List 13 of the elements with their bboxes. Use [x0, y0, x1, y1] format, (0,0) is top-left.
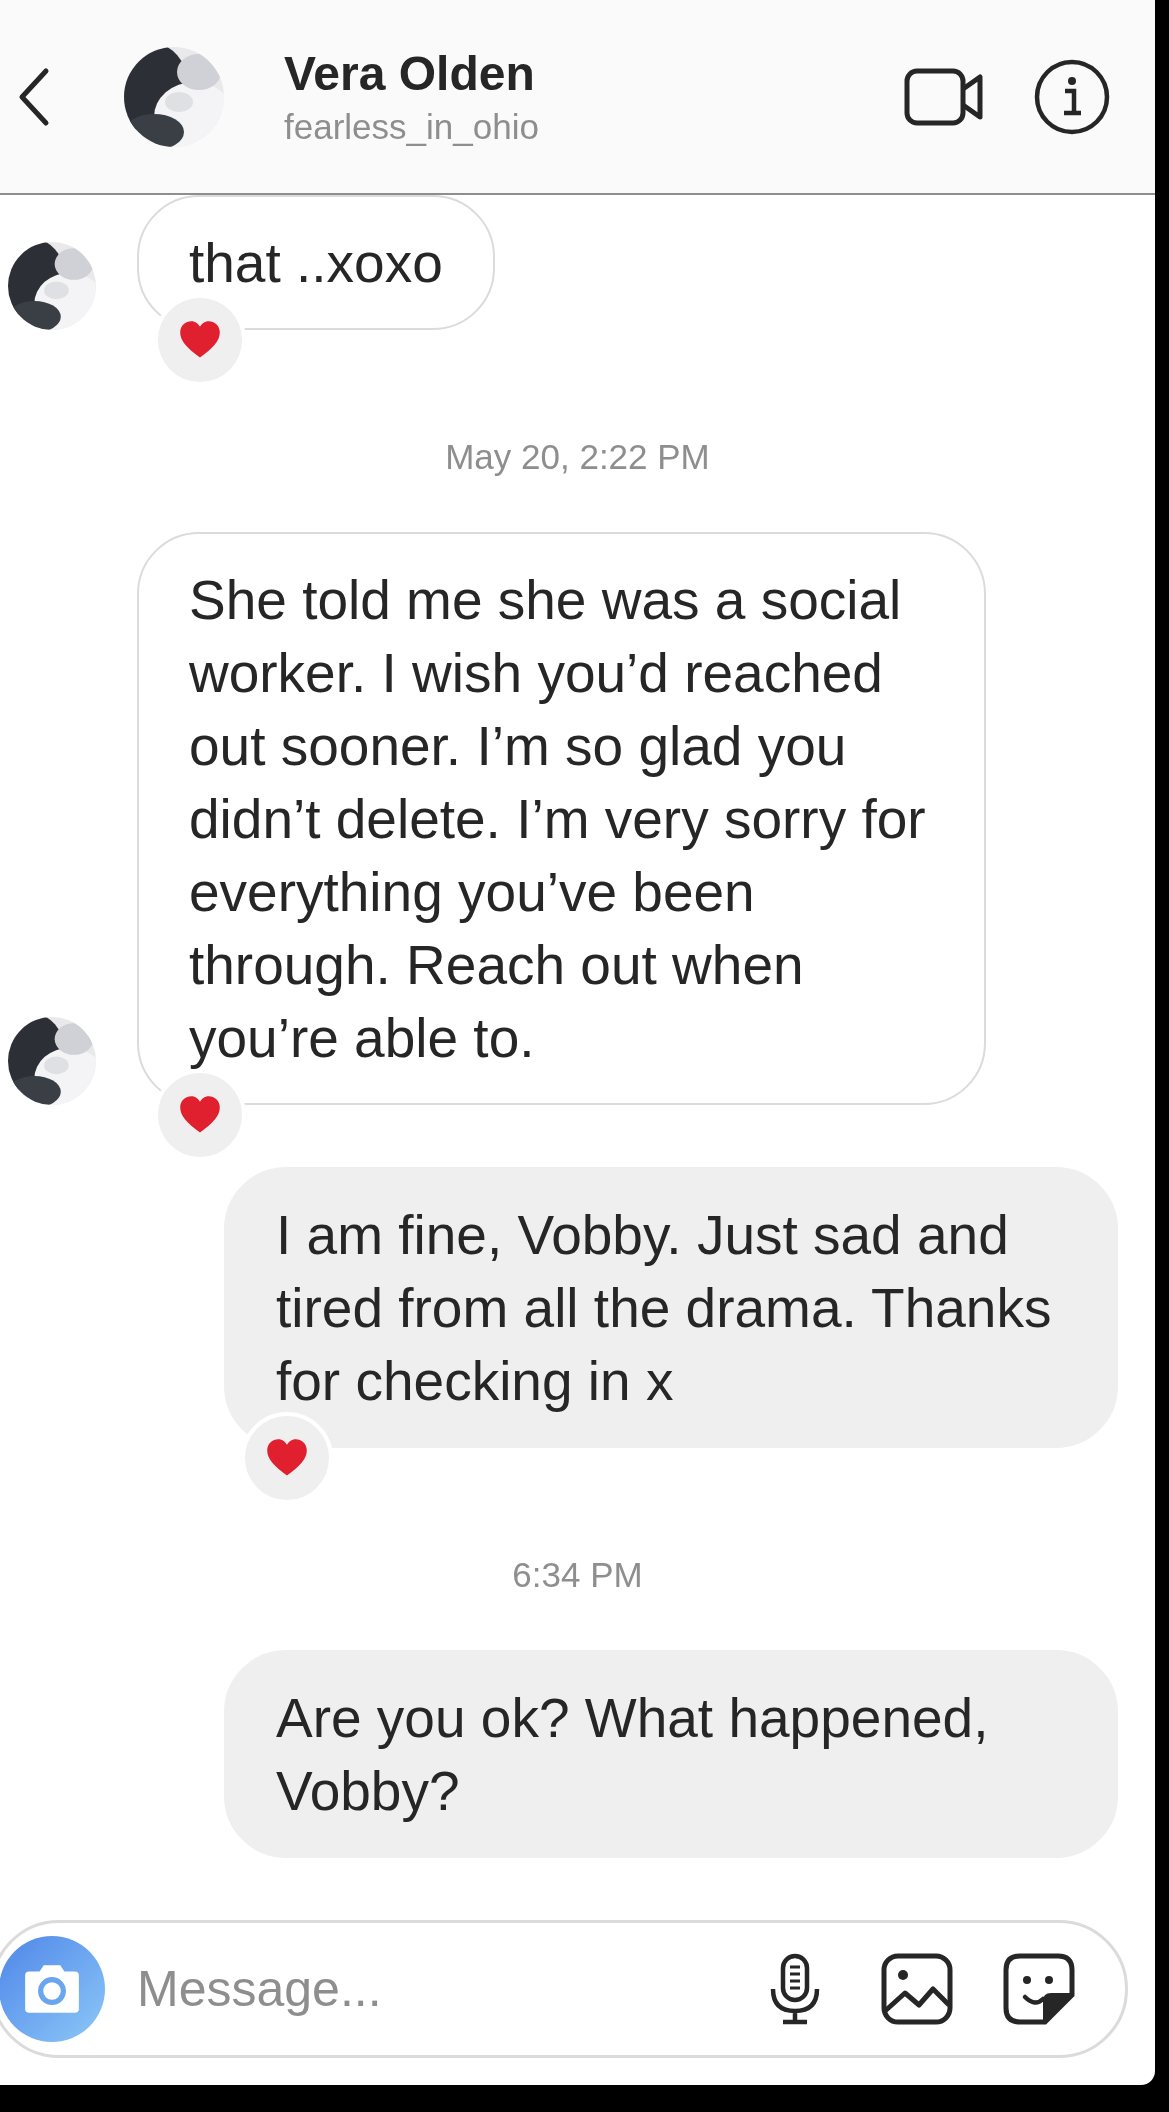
message-field[interactable]: Message... — [135, 1959, 759, 2019]
heart-icon — [178, 320, 222, 360]
info-icon[interactable] — [1034, 58, 1110, 135]
gallery-icon[interactable] — [881, 1953, 953, 2025]
contact-name: Vera Olden — [284, 46, 536, 101]
contact-username: fearless_in_ohio — [284, 107, 540, 147]
timestamp: 6:34 PM — [512, 1555, 643, 1595]
timestamp: May 20, 2:22 PM — [445, 437, 710, 477]
sticker-icon[interactable] — [1003, 1953, 1075, 2025]
camera-button[interactable] — [0, 1936, 105, 2042]
heart-icon — [265, 1438, 309, 1478]
message-bubble: Are you ok? What happened, Vobby? — [224, 1650, 1118, 1858]
heart-icon — [178, 1095, 222, 1135]
